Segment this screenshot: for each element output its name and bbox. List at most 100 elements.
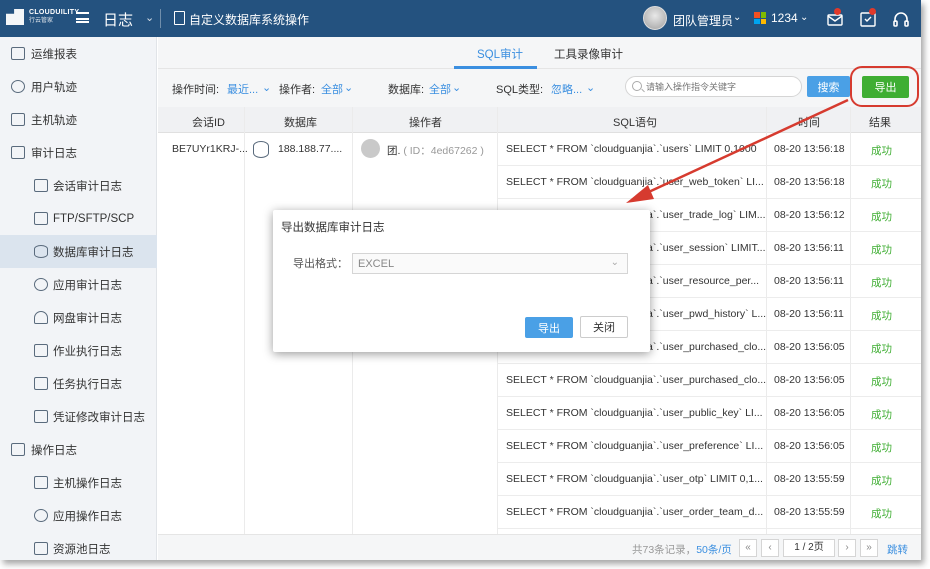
sql-type-filter-select[interactable]: 忽略... bbox=[551, 81, 582, 97]
user-chevron-down-icon[interactable]: ⌄ bbox=[733, 12, 741, 23]
database-icon bbox=[34, 245, 48, 258]
next-page-button[interactable]: › bbox=[838, 539, 856, 557]
search-button[interactable]: 搜索 bbox=[807, 76, 850, 97]
col-session-id: 会话ID bbox=[192, 117, 225, 129]
logo[interactable]: CLOUDUILITY 行云管家 bbox=[6, 8, 79, 26]
db-filter-label: 数据库: bbox=[388, 84, 425, 96]
sidebar-item-operation-log[interactable]: 操作日志 bbox=[0, 433, 157, 466]
prev-page-button[interactable]: ‹ bbox=[761, 539, 779, 557]
dialog-close-button[interactable]: 关闭 bbox=[580, 316, 628, 338]
db-filter-select[interactable]: 全部 bbox=[429, 81, 451, 97]
sidebar-item-db-audit[interactable]: 数据库审计日志 bbox=[0, 235, 157, 268]
time-cell: 08-20 13:56:11 bbox=[774, 275, 844, 287]
time-chevron-down-icon[interactable]: ⌄ bbox=[262, 81, 271, 94]
user-name[interactable]: 团队管理员 bbox=[673, 12, 733, 29]
operator-cell[interactable]: 团. ( ID：4ed67262 ) bbox=[387, 143, 484, 158]
col-result: 结果 bbox=[869, 117, 891, 129]
table-row[interactable]: SELECT * FROM `cloudguanjia`.`user_web_t… bbox=[498, 166, 921, 199]
table-row[interactable]: SELECT * FROM `cloudguanjia`.`user_prefe… bbox=[498, 430, 921, 463]
sql-cell: SELECT * FROM `cloudguanjia`.`users` LIM… bbox=[506, 143, 757, 155]
logo-mark-icon bbox=[6, 9, 24, 25]
time-filter-select[interactable]: 最近... bbox=[227, 81, 258, 97]
database-cell[interactable]: 188.188.77.... bbox=[278, 143, 342, 155]
operator-chevron-down-icon[interactable]: ⌄ bbox=[344, 81, 353, 94]
audit-log-icon bbox=[11, 146, 25, 159]
cloud-icon bbox=[34, 311, 48, 324]
table-row[interactable]: SELECT * FROM `cloudguanjia`.`user_order… bbox=[498, 496, 921, 529]
search-icon bbox=[632, 81, 642, 91]
operator-filter-select[interactable]: 全部 bbox=[321, 81, 343, 97]
sidebar-item-session-audit[interactable]: 会话审计日志 bbox=[0, 169, 157, 202]
col-time: 时间 bbox=[798, 117, 820, 129]
filter-bar: 操作时间: 最近... ⌄ 操作者: 全部 ⌄ 数据库: 全部 ⌄ SQL类型:… bbox=[158, 66, 921, 107]
table-row[interactable]: SELECT * FROM `cloudguanjia`.`user_publi… bbox=[498, 397, 921, 430]
col-operator: 操作者 bbox=[409, 117, 442, 129]
tenant-name[interactable]: 1234 bbox=[771, 11, 798, 25]
sql-cell: SELECT * FROM `cloudguanjia`.`user_web_t… bbox=[506, 176, 764, 188]
format-select[interactable]: EXCEL ⌄ bbox=[352, 253, 628, 274]
time-cell: 08-20 13:56:11 bbox=[774, 308, 844, 320]
host-track-icon bbox=[11, 113, 25, 126]
operation-log-icon bbox=[11, 443, 25, 456]
tab-bar: SQL审计 工具录像审计 bbox=[158, 37, 921, 69]
menu-icon[interactable] bbox=[76, 12, 89, 23]
sidebar-item-netdisk-audit[interactable]: 网盘审计日志 bbox=[0, 301, 157, 334]
top-bar: CLOUDUILITY 行云管家 日志 ⌄ 自定义数据库系统操作 团队管理员 ⌄… bbox=[0, 0, 921, 37]
sidebar-item-host-op-log[interactable]: 主机操作日志 bbox=[0, 466, 157, 499]
message-icon[interactable] bbox=[825, 8, 845, 29]
chevron-down-icon: ⌄ bbox=[610, 257, 619, 268]
dialog-title: 导出数据库审计日志 bbox=[281, 222, 385, 234]
jump-button[interactable]: 跳转 bbox=[887, 542, 908, 557]
export-dialog: 导出数据库审计日志 导出格式： EXCEL ⌄ 导出 关闭 bbox=[273, 210, 650, 352]
table-row[interactable]: SELECT * FROM `cloudguanjia`.`user_purch… bbox=[498, 364, 921, 397]
db-chevron-down-icon[interactable]: ⌄ bbox=[452, 81, 461, 94]
time-cell: 08-20 13:56:05 bbox=[774, 341, 845, 353]
time-cell: 08-20 13:56:05 bbox=[774, 374, 845, 386]
dialog-export-button[interactable]: 导出 bbox=[525, 317, 573, 338]
sidebar-item-app-audit[interactable]: 应用审计日志 bbox=[0, 268, 157, 301]
sidebar-item-credential-log[interactable]: 凭证修改审计日志 bbox=[0, 400, 157, 433]
search-box[interactable] bbox=[625, 76, 802, 97]
col-sql: SQL语句 bbox=[613, 117, 658, 129]
chevron-down-icon[interactable]: ⌄ bbox=[145, 11, 154, 24]
app-icon bbox=[34, 278, 48, 291]
sidebar-item-ops-report[interactable]: 运维报表 bbox=[0, 37, 157, 70]
first-page-button[interactable]: « bbox=[739, 539, 757, 557]
table-row[interactable]: SELECT * FROM `cloudguanjia`.`user_otp` … bbox=[498, 463, 921, 496]
logo-line2: 行云管家 bbox=[29, 18, 54, 24]
col-database: 数据库 bbox=[284, 117, 317, 129]
sql-cell: SELECT * FROM `cloudguanjia`.`user_otp` … bbox=[506, 473, 763, 485]
sidebar-item-app-op-log[interactable]: 应用操作日志 bbox=[0, 499, 157, 532]
page-title[interactable]: 自定义数据库系统操作 bbox=[189, 11, 309, 28]
tenant-icon bbox=[754, 12, 766, 24]
layers-icon bbox=[34, 542, 48, 555]
time-cell: 08-20 13:56:05 bbox=[774, 440, 845, 452]
sidebar-item-job-log[interactable]: 作业执行日志 bbox=[0, 334, 157, 367]
sidebar-item-audit-log[interactable]: 审计日志 bbox=[0, 136, 157, 169]
time-cell: 08-20 13:56:05 bbox=[774, 407, 845, 419]
task-icon[interactable] bbox=[858, 8, 878, 29]
search-input[interactable] bbox=[646, 79, 796, 94]
tab-tool-record-audit[interactable]: 工具录像审计 bbox=[554, 46, 623, 62]
sidebar-item-pool-log[interactable]: 资源池日志 bbox=[0, 532, 157, 560]
document-icon bbox=[174, 11, 185, 25]
last-page-button[interactable]: » bbox=[860, 539, 878, 557]
ftp-icon bbox=[34, 212, 48, 225]
monitor-icon bbox=[34, 476, 48, 489]
tab-sql-audit[interactable]: SQL审计 bbox=[477, 46, 523, 62]
table-row[interactable]: SELECT * FROM `cloudguanjia`.`users` LIM… bbox=[498, 133, 921, 166]
sidebar-item-task-log[interactable]: 任务执行日志 bbox=[0, 367, 157, 400]
result-cell: 成功 bbox=[871, 508, 892, 520]
sql-type-chevron-down-icon[interactable]: ⌄ bbox=[586, 81, 595, 94]
app-window: CLOUDUILITY 行云管家 日志 ⌄ 自定义数据库系统操作 团队管理员 ⌄… bbox=[0, 0, 921, 560]
headset-icon[interactable] bbox=[891, 9, 911, 29]
session-id-cell[interactable]: BE7UYr1KRJ-... bbox=[172, 143, 248, 155]
sidebar-item-host-track[interactable]: 主机轨迹 bbox=[0, 103, 157, 136]
module-title[interactable]: 日志 bbox=[103, 9, 133, 30]
avatar[interactable] bbox=[643, 6, 667, 30]
tenant-chevron-down-icon[interactable]: ⌄ bbox=[800, 12, 808, 23]
page-size-select[interactable]: 50条/页 bbox=[696, 544, 732, 556]
logo-line1: CLOUDUILITY bbox=[29, 9, 80, 16]
sidebar-item-ftp[interactable]: FTP/SFTP/SCP bbox=[0, 202, 157, 235]
sidebar-item-user-track[interactable]: 用户轨迹 bbox=[0, 70, 157, 103]
